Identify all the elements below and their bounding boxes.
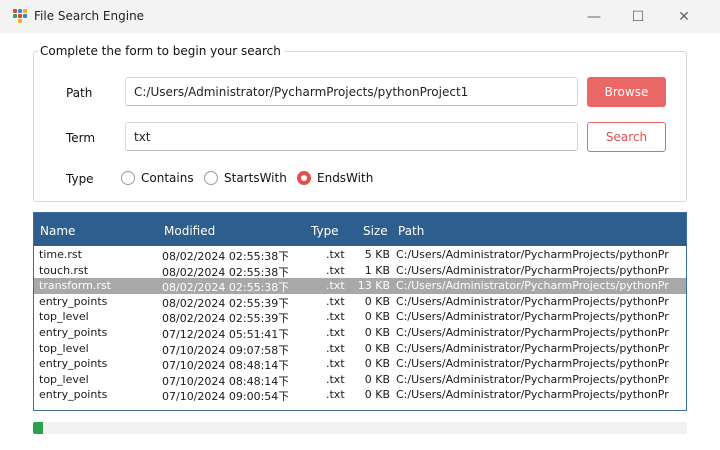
cell-size: 1 KB bbox=[364, 263, 390, 277]
cell-name: top_level bbox=[39, 310, 89, 324]
cell-size: 5 KB bbox=[364, 248, 390, 261]
table-header: Name Modified Type Size Path bbox=[34, 213, 686, 246]
cell-size: 0 KB bbox=[364, 294, 390, 308]
cell-modified: 08/02/2024 02:55:39下 bbox=[162, 312, 288, 326]
column-header-size[interactable]: Size bbox=[363, 224, 388, 238]
radio-startswith[interactable]: StartsWith bbox=[204, 170, 287, 186]
cell-path: C:/Users/Administrator/PycharmProjects/p… bbox=[396, 294, 669, 308]
table-row[interactable]: top_level 08/02/2024 02:55:39下 .txt 0 KB C:/… bbox=[34, 309, 686, 325]
table-row[interactable]: touch.rst 08/02/2024 02:55:38下 .txt 1 KB C:/… bbox=[34, 263, 686, 279]
cell-path: C:/Users/Administrator/PycharmProjects/p… bbox=[396, 357, 669, 371]
app-window: File Search Engine — ☐ ✕ Complete the fo… bbox=[0, 0, 720, 450]
cell-size: 0 KB bbox=[364, 310, 390, 324]
cell-modified: 08/02/2024 02:55:38下 bbox=[162, 265, 288, 279]
table-row[interactable]: entry_points 08/02/2024 02:55:39下 .txt 0 KB… bbox=[34, 294, 686, 310]
table-body: time.rst 08/02/2024 02:55:38下 .txt 5 KB C:/U… bbox=[34, 247, 686, 403]
progress-fill bbox=[33, 422, 43, 434]
column-header-name[interactable]: Name bbox=[40, 224, 75, 238]
column-header-path[interactable]: Path bbox=[398, 224, 424, 238]
type-label: Type bbox=[66, 172, 94, 186]
cell-name: entry_points bbox=[39, 294, 108, 308]
table-row[interactable]: top_level 07/10/2024 08:48:14下 .txt 0 KB C:/… bbox=[34, 372, 686, 388]
cell-name: time.rst bbox=[39, 248, 82, 261]
cell-name: touch.rst bbox=[39, 263, 89, 277]
cell-path: C:/Users/Administrator/PycharmProjects/p… bbox=[396, 341, 669, 355]
radio-endswith[interactable]: EndsWith bbox=[297, 170, 373, 186]
table-row[interactable]: entry_points 07/10/2024 08:48:14下 .txt 0 KB… bbox=[34, 356, 686, 372]
form-legend: Complete the form to begin your search bbox=[38, 44, 284, 58]
cell-path: C:/Users/Administrator/PycharmProjects/p… bbox=[396, 248, 669, 261]
table-row[interactable]: transform.rst 08/02/2024 02:55:38下 .txt 13 … bbox=[34, 278, 686, 294]
cell-modified: 07/10/2024 08:48:14下 bbox=[162, 359, 288, 373]
radio-icon bbox=[121, 171, 135, 185]
radio-contains[interactable]: Contains bbox=[121, 170, 194, 186]
table-row[interactable]: entry_points 07/12/2024 05:51:41下 .txt 0 KB… bbox=[34, 325, 686, 341]
cell-path: C:/Users/Administrator/PycharmProjects/p… bbox=[396, 279, 669, 293]
term-label: Term bbox=[66, 131, 96, 145]
radio-contains-label: Contains bbox=[141, 171, 194, 185]
cell-modified: 07/10/2024 08:48:14下 bbox=[162, 374, 288, 388]
app-dots-icon bbox=[13, 9, 27, 23]
cell-modified: 08/02/2024 02:55:38下 bbox=[162, 250, 288, 263]
cell-name: top_level bbox=[39, 341, 89, 355]
cell-size: 0 KB bbox=[364, 357, 390, 371]
close-button[interactable]: ✕ bbox=[662, 0, 706, 33]
cell-path: C:/Users/Administrator/PycharmProjects/p… bbox=[396, 372, 669, 386]
radio-icon bbox=[297, 171, 311, 185]
path-input[interactable]: C:/Users/Administrator/PycharmProjects/p… bbox=[125, 77, 578, 106]
cell-name: top_level bbox=[39, 372, 89, 386]
cell-modified: 08/02/2024 02:55:38下 bbox=[162, 281, 288, 295]
table-row[interactable]: entry_points 07/10/2024 09:00:54下 .txt 0 KB… bbox=[34, 387, 686, 403]
radio-icon bbox=[204, 171, 218, 185]
cell-size: 13 KB bbox=[357, 279, 390, 293]
maximize-button[interactable]: ☐ bbox=[616, 0, 660, 33]
cell-name: entry_points bbox=[39, 357, 108, 371]
column-header-type[interactable]: Type bbox=[311, 224, 339, 238]
cell-modified: 07/12/2024 05:51:41下 bbox=[162, 327, 288, 341]
column-header-modified[interactable]: Modified bbox=[164, 224, 215, 238]
cell-modified: 07/10/2024 09:00:54下 bbox=[162, 390, 288, 404]
cell-modified: 07/10/2024 09:07:58下 bbox=[162, 343, 288, 357]
cell-size: 0 KB bbox=[364, 372, 390, 386]
cell-path: C:/Users/Administrator/PycharmProjects/p… bbox=[396, 310, 669, 324]
cell-size: 0 KB bbox=[364, 341, 390, 355]
cell-path: C:/Users/Administrator/PycharmProjects/p… bbox=[396, 263, 669, 277]
radio-endswith-label: EndsWith bbox=[317, 171, 374, 185]
title-bar: File Search Engine — ☐ ✕ bbox=[0, 0, 720, 33]
minimize-button[interactable]: — bbox=[572, 0, 616, 33]
radio-startswith-label: StartsWith bbox=[224, 171, 287, 185]
cell-name: transform.rst bbox=[39, 279, 111, 293]
cell-path: C:/Users/Administrator/PycharmProjects/p… bbox=[396, 388, 669, 402]
progress-bar bbox=[33, 422, 687, 434]
path-label: Path bbox=[66, 86, 93, 100]
cell-name: entry_points bbox=[39, 325, 108, 339]
table-row[interactable]: top_level 07/10/2024 09:07:58下 .txt 0 KB C:/… bbox=[34, 341, 686, 357]
browse-button[interactable]: Browse bbox=[587, 77, 666, 107]
table-row[interactable]: time.rst 08/02/2024 02:55:38下 .txt 5 KB C:/U… bbox=[34, 247, 686, 263]
term-input[interactable]: txt bbox=[125, 122, 578, 151]
results-table: Name Modified Type Size Path time.rst 08/… bbox=[33, 212, 687, 411]
cell-path: C:/Users/Administrator/PycharmProjects/p… bbox=[396, 325, 669, 339]
cell-size: 0 KB bbox=[364, 388, 390, 402]
cell-name: entry_points bbox=[39, 388, 108, 402]
cell-size: 0 KB bbox=[364, 325, 390, 339]
window-title: File Search Engine bbox=[34, 9, 145, 23]
cell-modified: 08/02/2024 02:55:39下 bbox=[162, 296, 288, 310]
search-button[interactable]: Search bbox=[587, 122, 666, 152]
